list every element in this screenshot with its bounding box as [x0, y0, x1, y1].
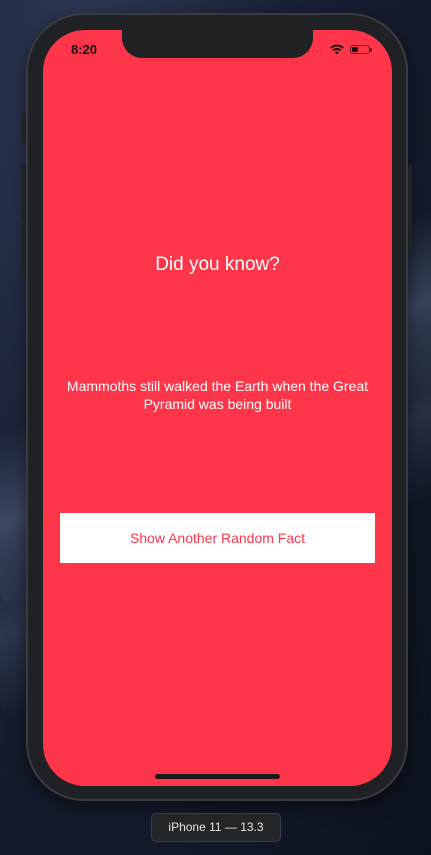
simulator-device-label: iPhone 11 — 13.3 [151, 813, 281, 842]
cellular-signal-icon: .... [307, 43, 324, 55]
notch [122, 30, 313, 58]
app-screen: 8:20 .... Did you know? Mammoths still w… [43, 30, 392, 786]
status-time: 8:20 [71, 42, 98, 57]
home-indicator[interactable] [155, 774, 280, 779]
status-icons: .... [307, 43, 372, 55]
wifi-icon [330, 44, 344, 55]
show-another-fact-button[interactable]: Show Another Random Fact [60, 513, 375, 563]
page-title: Did you know? [155, 254, 280, 275]
battery-icon [350, 45, 372, 54]
battery-level [352, 47, 358, 52]
fact-text: Mammoths still walked the Earth when the… [66, 378, 369, 412]
